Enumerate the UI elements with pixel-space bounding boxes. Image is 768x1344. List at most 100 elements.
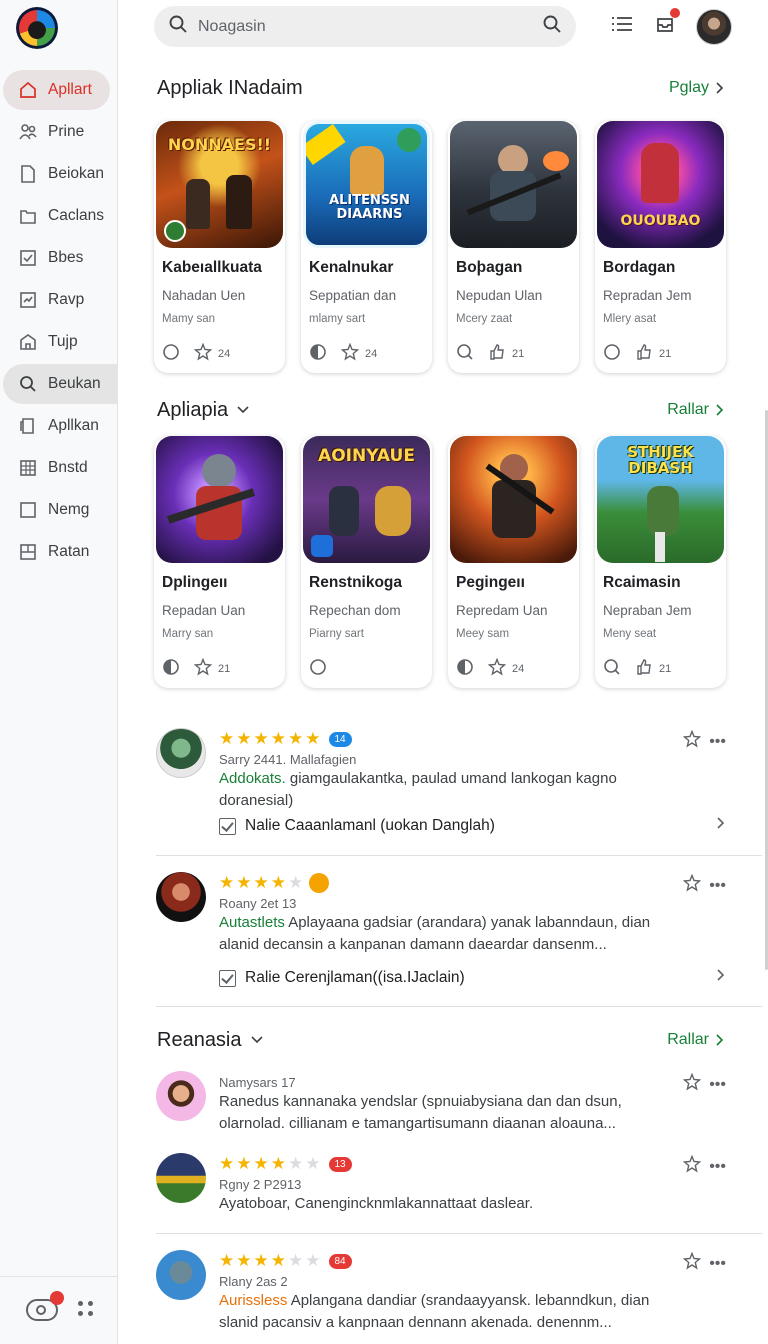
- rating-count: 24: [512, 662, 525, 675]
- app-card[interactable]: STHIJEK DIBASH Rcaimasin Nepraban Jem Me…: [595, 436, 726, 688]
- app-card[interactable]: Dplingeıı Repadan Uan Marry san 21: [154, 436, 285, 688]
- checkbox-icon[interactable]: [219, 969, 236, 987]
- more-options-icon[interactable]: •••: [709, 1255, 726, 1273]
- card-actions: 21: [456, 343, 524, 364]
- app-title: Pegingeıı: [456, 574, 525, 591]
- app-developer: Repechan dom: [309, 603, 401, 618]
- search-input[interactable]: [198, 17, 542, 36]
- chevron-right-icon: [716, 404, 724, 416]
- search-icon[interactable]: [456, 343, 474, 364]
- sidebar-footer: [0, 1276, 118, 1344]
- comment-icon[interactable]: [162, 343, 180, 364]
- sidebar-nav: Apllart Prine Beiokan Caclans Bbes Ravp …: [0, 68, 118, 574]
- sidebar-item-label: Beukan: [48, 375, 101, 392]
- sidebar-item-folder[interactable]: Caclans: [0, 196, 118, 236]
- review-actions: •••: [682, 1154, 726, 1178]
- reviewer-avatar[interactable]: [156, 1071, 206, 1121]
- sidebar-item-chart[interactable]: Ravp: [0, 280, 118, 320]
- sidebar-item-square[interactable]: Nemg: [0, 490, 118, 530]
- user-avatar[interactable]: [696, 8, 732, 45]
- app-card[interactable]: NONNAES!! Kabeıallkuata Nahadan Uen Mamy…: [154, 121, 285, 373]
- review-text: Autastlets Aplayaana gadsiar (arandara) …: [219, 914, 651, 953]
- thumbs-up-icon[interactable]: [635, 343, 653, 364]
- review-reply-row[interactable]: Nalie Caaanlamanl (uokan Danglah): [219, 814, 726, 838]
- more-options-icon[interactable]: •••: [709, 1158, 726, 1176]
- page-icon: [18, 416, 38, 436]
- sidebar-item-house[interactable]: Tujp: [0, 322, 118, 362]
- main-content: Appliak INadaim Pglay NONNAES!! Kabeıall…: [118, 0, 768, 1344]
- layout-icon: [18, 542, 38, 562]
- section-header: Reanasia Rallar: [157, 1025, 725, 1055]
- review-item: ★ ★ ★ ★ ★ ★ 13 Rgny 2 P2913 Ayatoboar, Caneng…: [156, 1153, 726, 1223]
- card-actions: 24: [456, 657, 525, 679]
- rating-count: 21: [659, 347, 672, 360]
- app-card[interactable]: OUOUBAO Bordagan Repradan Jem Mlery asat…: [595, 121, 726, 373]
- star-outline-icon[interactable]: [682, 1154, 702, 1178]
- star-outline-icon[interactable]: [682, 873, 702, 897]
- half-circle-icon[interactable]: [456, 658, 474, 679]
- app-card[interactable]: ALITENSSN DIAARNS Kenalnukar Seppatian d…: [301, 121, 432, 373]
- comment-icon[interactable]: [309, 658, 327, 679]
- review-badge: 84: [328, 1253, 352, 1269]
- sidebar-item-label: Ravp: [48, 291, 85, 308]
- review-reply-row[interactable]: Ralie Cerenjlaman((isa.IJaclain): [219, 966, 726, 990]
- more-options-icon[interactable]: •••: [709, 877, 726, 895]
- thumbs-up-icon[interactable]: [488, 343, 506, 364]
- checkbox-icon[interactable]: [219, 817, 236, 835]
- rating-count: 21: [659, 662, 672, 675]
- section-more-link[interactable]: Pglay: [669, 79, 725, 97]
- chevron-right-icon: [716, 82, 724, 94]
- search-bar[interactable]: [154, 6, 576, 47]
- search-submit-icon[interactable]: [542, 14, 562, 39]
- star-outline-icon[interactable]: [682, 1072, 702, 1096]
- app-meta: Marry san: [162, 628, 214, 640]
- sidebar-item-document[interactable]: Beiokan: [0, 154, 118, 194]
- search-icon[interactable]: [603, 658, 621, 679]
- cloud-sync-icon[interactable]: [26, 1291, 64, 1321]
- star-outline-icon[interactable]: [682, 1251, 702, 1275]
- sidebar-item-search[interactable]: Beukan: [3, 364, 118, 404]
- thumbs-up-icon[interactable]: [635, 658, 653, 679]
- review-reply-label: Ralie Cerenjlaman((isa.IJaclain): [245, 969, 465, 986]
- game-artwork: [450, 121, 577, 248]
- reviewer-avatar[interactable]: [156, 1153, 206, 1203]
- apps-grid-icon[interactable]: [78, 1301, 96, 1319]
- list-icon[interactable]: [610, 14, 634, 39]
- half-circle-icon[interactable]: [162, 658, 180, 679]
- section-title: Appliak INadaim: [157, 76, 303, 99]
- sidebar-item-layout[interactable]: Ratan: [0, 532, 118, 572]
- app-card[interactable]: Pegingeıı Repredam Uan Meey sam 24: [448, 436, 579, 688]
- review-item: ★ ★ ★ ★ ★ ★ 84 Rlany 2as 2 Aurissless Aplanga…: [156, 1250, 726, 1340]
- half-circle-icon[interactable]: [309, 343, 327, 364]
- reviewer-avatar[interactable]: [156, 1250, 206, 1300]
- game-artwork: OUOUBAO: [597, 121, 724, 248]
- star-outline-icon[interactable]: [193, 342, 213, 364]
- star-outline-icon[interactable]: [193, 657, 213, 679]
- sidebar-item-check[interactable]: Bbes: [0, 238, 118, 278]
- sidebar-item-grid[interactable]: Bnstd: [0, 448, 118, 488]
- notification-icon[interactable]: [654, 8, 680, 40]
- reviewer-avatar[interactable]: [156, 728, 206, 778]
- sidebar-item-page[interactable]: Apllkan: [0, 406, 118, 446]
- chevron-right-icon[interactable]: [716, 968, 726, 987]
- sidebar-item-people[interactable]: Prine: [0, 112, 118, 152]
- more-options-icon[interactable]: •••: [709, 1076, 726, 1094]
- comment-icon[interactable]: [603, 343, 621, 364]
- sidebar: Apllart Prine Beiokan Caclans Bbes Ravp …: [0, 0, 118, 1344]
- chevron-right-icon[interactable]: [716, 816, 726, 835]
- sidebar-item-label: Nemg: [48, 501, 90, 518]
- section-more-link[interactable]: Rallar: [667, 401, 725, 419]
- star-outline-icon[interactable]: [682, 729, 702, 753]
- app-logo[interactable]: [16, 7, 58, 49]
- more-options-icon[interactable]: •••: [709, 733, 726, 751]
- reviewer-avatar[interactable]: [156, 872, 206, 922]
- sidebar-item-home[interactable]: Apllart: [3, 70, 110, 110]
- star-outline-icon[interactable]: [487, 657, 507, 679]
- section-more-link[interactable]: Rallar: [667, 1031, 725, 1049]
- app-card[interactable]: Boþagan Nepudan Ulan Mcery zaat 21: [448, 121, 579, 373]
- review-meta: Roany 2et 13: [219, 896, 297, 911]
- section-header: Apliapia Rallar: [157, 395, 725, 425]
- chevron-down-icon: [250, 1036, 263, 1044]
- star-outline-icon[interactable]: [340, 342, 360, 364]
- app-card[interactable]: AOINYAUE Renstnikoga Repechan dom Piarny…: [301, 436, 432, 688]
